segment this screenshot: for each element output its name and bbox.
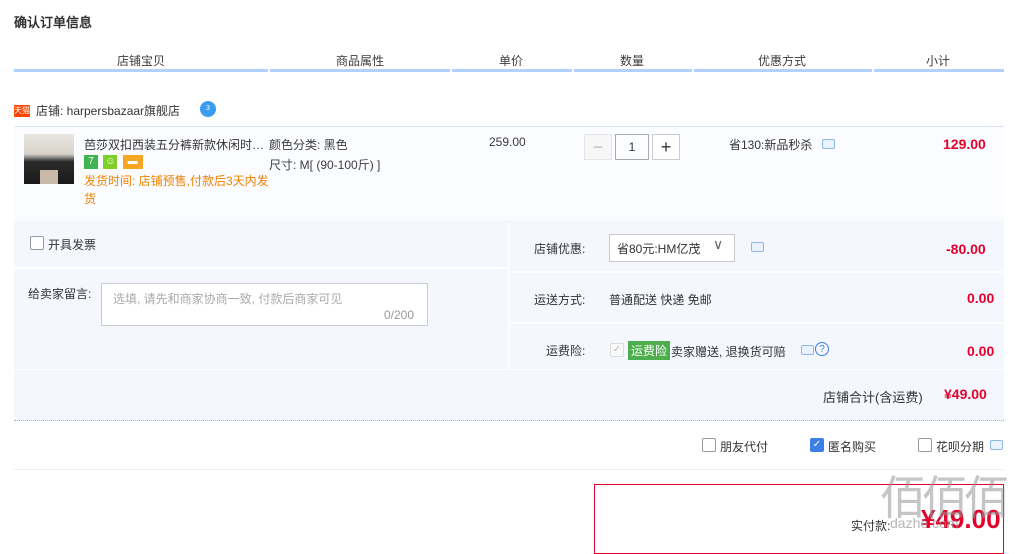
huabei-label[interactable]: 花呗分期 bbox=[936, 438, 984, 455]
column-header-attributes: 商品属性 bbox=[335, 54, 385, 68]
page-title: 确认订单信息 bbox=[14, 15, 93, 30]
comment-icon[interactable] bbox=[822, 139, 835, 149]
insurance-label: 运费险: bbox=[546, 344, 586, 358]
credit-card-icon[interactable]: ▬ bbox=[122, 154, 143, 169]
shop-name-link[interactable]: 店铺: harpersbazaar旗舰店 bbox=[36, 102, 180, 119]
item-subtotal: 129.00 bbox=[943, 136, 986, 152]
insurance-tag: 运费险 bbox=[628, 341, 671, 360]
help-icon[interactable]: ? bbox=[815, 342, 829, 356]
shop-discount-label: 店铺优惠: bbox=[534, 242, 586, 256]
product-thumbnail-detail bbox=[40, 170, 58, 184]
column-header-price: 单价 bbox=[498, 54, 524, 68]
table-header: 店铺宝贝 商品属性 单价 数量 优惠方式 小计 bbox=[14, 48, 1004, 70]
insurance-description: 卖家赠送, 退换货可赔 bbox=[671, 345, 786, 359]
insurance-checkbox: ✓ bbox=[610, 343, 624, 357]
comment-icon[interactable] bbox=[990, 440, 1003, 450]
shipping-method-label: 运送方式: bbox=[534, 293, 586, 307]
header-underline bbox=[14, 69, 1004, 72]
seller-message-label: 给卖家留言: bbox=[28, 287, 92, 301]
attribute-color: 颜色分类: 黑色 bbox=[269, 138, 348, 152]
shipping-time-note: 发货时间: 店铺预售,付款后3天内发货 bbox=[84, 174, 269, 206]
seller-message-placeholder: 选填, 请先和商家协商一致, 付款后商家可见 bbox=[113, 292, 343, 306]
promotion-label: 省130:新品秒杀 bbox=[729, 138, 813, 152]
quantity-decrease-button[interactable]: − bbox=[584, 134, 612, 160]
comment-icon[interactable] bbox=[801, 345, 814, 355]
tmall-icon: 天猫 bbox=[14, 105, 30, 117]
shop-discount-amount: -80.00 bbox=[946, 241, 986, 257]
column-header-discount: 优惠方式 bbox=[757, 54, 807, 68]
chevron-down-icon[interactable]: ∨ bbox=[713, 236, 723, 253]
divider bbox=[14, 469, 1004, 470]
shop-total-label: 店铺合计(含运费) bbox=[823, 390, 923, 405]
column-header-quantity: 数量 bbox=[619, 54, 645, 68]
anonymous-checkbox[interactable]: ✓ bbox=[810, 438, 824, 452]
friend-pay-label[interactable]: 朋友代付 bbox=[720, 438, 768, 455]
watermark-site: dazhe.com bbox=[890, 515, 959, 531]
product-badges: 7 ☺ ▬ bbox=[84, 154, 145, 169]
seven-day-return-icon[interactable]: 7 bbox=[84, 154, 98, 169]
quantity-input[interactable]: 1 bbox=[615, 134, 649, 160]
insurance-amount: 0.00 bbox=[967, 343, 995, 359]
anonymous-label[interactable]: 匿名购买 bbox=[828, 438, 876, 455]
comment-icon[interactable] bbox=[751, 242, 764, 252]
message-char-count: 0/200 bbox=[384, 308, 415, 322]
column-header-item: 店铺宝贝 bbox=[116, 54, 166, 68]
invoice-label[interactable]: 开具发票 bbox=[48, 236, 96, 253]
shipping-method-value: 普通配送 快递 免邮 bbox=[609, 293, 712, 307]
huabei-checkbox[interactable] bbox=[918, 438, 932, 452]
invoice-checkbox[interactable] bbox=[30, 236, 44, 250]
shop-total-amount: ¥49.00 bbox=[944, 386, 987, 402]
friend-pay-checkbox[interactable] bbox=[702, 438, 716, 452]
unit-price: 259.00 bbox=[489, 135, 526, 149]
chat-wangwang-icon[interactable]: 3 bbox=[200, 101, 216, 117]
quantity-increase-button[interactable]: + bbox=[652, 134, 680, 160]
product-title-link[interactable]: 芭莎双扣西装五分裤新款休闲时… bbox=[84, 136, 264, 153]
column-header-subtotal: 小计 bbox=[925, 54, 951, 68]
attribute-size: 尺寸: M[ (90-100斤) ] bbox=[269, 158, 381, 172]
shop-discount-selected[interactable]: 省80元:HM亿茂 bbox=[617, 240, 700, 257]
service-guarantee-icon[interactable]: ☺ bbox=[103, 154, 118, 169]
shipping-amount: 0.00 bbox=[967, 290, 995, 306]
